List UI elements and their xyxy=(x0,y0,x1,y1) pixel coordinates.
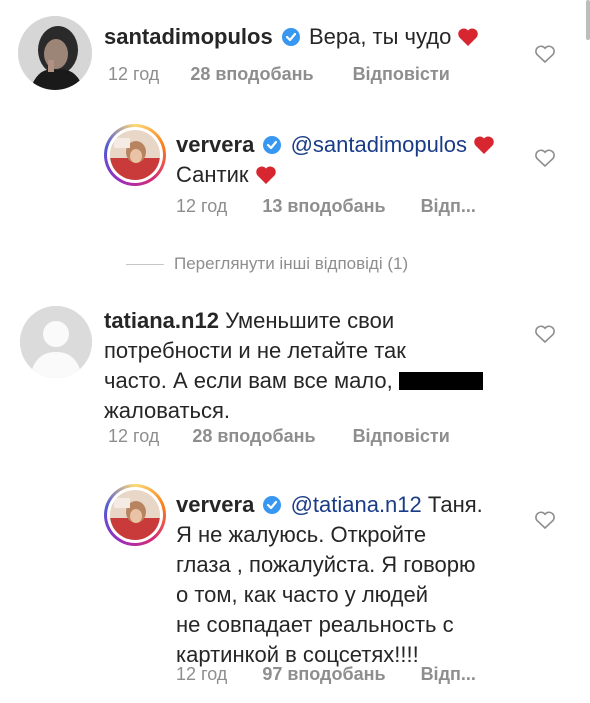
comment-line-5: не совпадает реальность с xyxy=(176,612,454,637)
comment-line-4: о том, как часто у людей xyxy=(176,582,429,607)
comment-line-3: часто. А если вам все мало, xyxy=(104,368,393,393)
reply-button[interactable]: Відповісти xyxy=(353,64,450,85)
scrollbar[interactable] xyxy=(586,0,590,40)
comment-line-2: Я не жалуюсь. Откройте xyxy=(176,522,427,547)
comment-line-1: Уменьшите свои xyxy=(225,308,395,333)
username[interactable]: ververa xyxy=(176,492,254,517)
comment-body: Вера, ты чудо xyxy=(308,24,452,49)
likes-count[interactable]: 28 вподобань xyxy=(192,426,315,447)
heart-emoji-icon xyxy=(458,28,479,46)
username[interactable]: ververa xyxy=(176,132,254,157)
avatar xyxy=(110,490,160,540)
like-heart-outline-icon[interactable] xyxy=(534,44,556,64)
like-heart-outline-icon[interactable] xyxy=(534,148,556,168)
reply-button[interactable]: Відп... xyxy=(421,196,476,217)
timestamp: 12 год xyxy=(108,64,160,84)
verified-badge-icon xyxy=(263,136,282,154)
verified-badge-icon xyxy=(263,496,282,514)
username[interactable]: santadimopulos xyxy=(104,24,273,49)
reply-button[interactable]: Відп... xyxy=(421,664,476,685)
divider-line xyxy=(126,263,164,265)
likes-count[interactable]: 28 вподобань xyxy=(190,64,313,85)
comment-meta: 12 год 28 вподобань Відповісти xyxy=(108,64,450,85)
comment-meta: 12 год 13 вподобань Відп... xyxy=(176,196,476,217)
avatar[interactable] xyxy=(18,16,92,90)
heart-emoji-icon xyxy=(255,166,276,184)
comment-text: ververa @tatiana.n12 Таня. Я не жалуюсь.… xyxy=(176,490,526,670)
likes-count[interactable]: 97 вподобань xyxy=(262,664,385,685)
username[interactable]: tatiana.n12 xyxy=(104,308,219,333)
avatar-placeholder[interactable] xyxy=(20,306,92,378)
verified-badge-icon xyxy=(281,28,300,46)
timestamp: 12 год xyxy=(176,196,228,216)
like-heart-outline-icon[interactable] xyxy=(534,324,556,344)
comment-line-1: Таня. xyxy=(427,492,483,517)
comment-meta: 12 год 28 вподобань Відповісти xyxy=(108,426,450,447)
comment-line-3: глаза , пожалуйста. Я говорю xyxy=(176,552,476,577)
redaction-bar xyxy=(398,372,483,390)
reply-button[interactable]: Відповісти xyxy=(353,426,450,447)
likes-count[interactable]: 13 вподобань xyxy=(262,196,385,217)
timestamp: 12 год xyxy=(108,426,160,446)
timestamp: 12 год xyxy=(176,664,228,684)
view-more-replies[interactable]: Переглянути інші відповіді (1) xyxy=(126,252,408,276)
comment-text: santadimopulos Вера, ты чудо xyxy=(104,22,534,52)
like-heart-outline-icon[interactable] xyxy=(534,510,556,530)
comment-line-4: жаловаться. xyxy=(104,398,231,423)
comment-text: ververa @santadimopulos Сантик xyxy=(176,130,516,190)
view-more-label[interactable]: Переглянути інші відповіді (1) xyxy=(174,254,408,274)
mention-link[interactable]: @santadimopulos xyxy=(291,132,467,157)
comment-text: tatiana.n12 Уменьшите свои потребности и… xyxy=(104,306,524,426)
avatar xyxy=(110,130,160,180)
comment-line-2: потребности и не летайте так xyxy=(104,338,406,363)
comment-body: Сантик xyxy=(176,162,249,187)
mention-link[interactable]: @tatiana.n12 xyxy=(291,492,422,517)
comment-meta: 12 год 97 вподобань Відп... xyxy=(176,664,476,685)
heart-emoji-icon xyxy=(474,136,494,154)
